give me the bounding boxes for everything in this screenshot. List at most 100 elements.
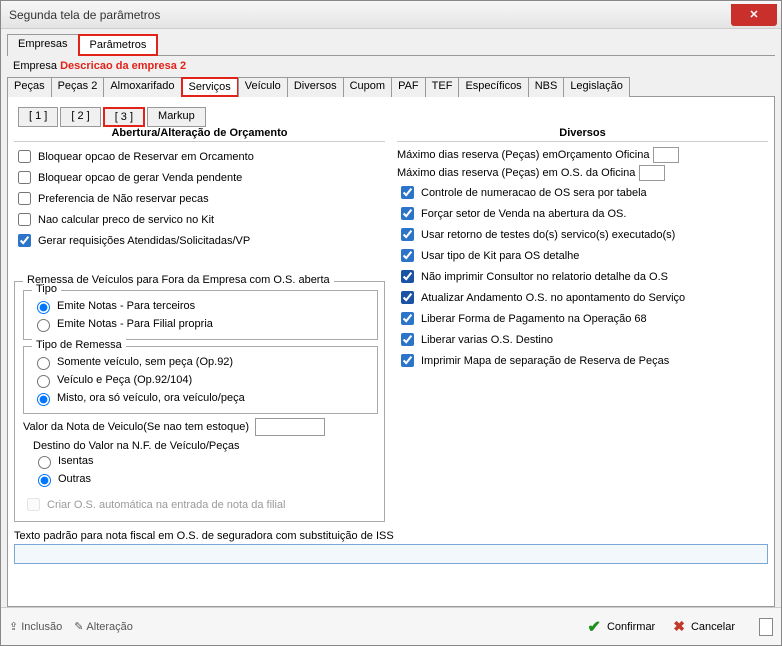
ck-pref-nao-reservar-box[interactable] <box>18 192 31 205</box>
radio-dest-isentas-input[interactable] <box>38 456 51 469</box>
tab-parametros[interactable]: Parâmetros <box>78 34 159 56</box>
subtab-paf[interactable]: PAF <box>391 77 426 97</box>
radio-tipo-filial-label: Emite Notas - Para Filial propria <box>57 318 213 330</box>
radio-tipo-terceiros[interactable]: Emite Notas - Para terceiros <box>32 297 371 315</box>
footer: ⇪Inclusão ✎Alteração ✔ Confirmar ✖Cancela… <box>1 607 781 645</box>
sub-tabs: Peças Peças 2 Almoxarifado Serviços Veíc… <box>7 76 775 97</box>
l3-markup[interactable]: Markup <box>147 107 206 127</box>
radio-tr2-label: Veículo e Peça (Op.92/104) <box>57 374 192 386</box>
l3-1[interactable]: [ 1 ] <box>18 107 58 127</box>
level3-tabs: [ 1 ] [ 2 ] [ 3 ] Markup <box>18 107 768 127</box>
subtab-pecas2[interactable]: Peças 2 <box>51 77 105 97</box>
radio-tr3[interactable]: Misto, ora só veículo, ora veículo/peça <box>32 389 371 407</box>
confirmar-label: Confirmar <box>607 621 655 633</box>
subtab-espec[interactable]: Específicos <box>458 77 528 97</box>
radio-tipo-terceiros-input[interactable] <box>37 301 50 314</box>
footer-left: ⇪Inclusão ✎Alteração <box>9 620 133 633</box>
ck-nao-imprimir-box[interactable] <box>401 270 414 283</box>
ck-bloq-venda-box[interactable] <box>18 171 31 184</box>
radio-dest-outras-input[interactable] <box>38 474 51 487</box>
ck-liberar-varias-box[interactable] <box>401 333 414 346</box>
ck-criar-os-box <box>27 498 40 511</box>
ck-forcar-setor[interactable]: Forçar setor de Venda na abertura da OS. <box>397 203 768 224</box>
ck-ctrl-num[interactable]: Controle de numeracao de OS sera por tab… <box>397 182 768 203</box>
subtab-cupom[interactable]: Cupom <box>343 77 392 97</box>
group-remessa: Remessa de Veículos para Fora da Empresa… <box>14 281 385 522</box>
subtab-pecas[interactable]: Peças <box>7 77 52 97</box>
radio-tr1[interactable]: Somente veículo, sem peça (Op.92) <box>32 353 371 371</box>
empresa-label: Empresa <box>13 60 57 72</box>
group-tipo-remessa-legend: Tipo de Remessa <box>32 339 126 351</box>
radio-tr2[interactable]: Veículo e Peça (Op.92/104) <box>32 371 371 389</box>
subtab-tef[interactable]: TEF <box>425 77 460 97</box>
radio-dest-isentas-label: Isentas <box>58 455 93 467</box>
radio-tipo-filial[interactable]: Emite Notas - Para Filial propria <box>32 315 371 333</box>
ck-liberar-fp[interactable]: Liberar Forma de Pagamento na Operação 6… <box>397 308 768 329</box>
max-os-input[interactable] <box>639 165 665 181</box>
ck-criar-os-label: Criar O.S. automática na entrada de nota… <box>47 499 285 511</box>
ck-forcar-setor-box[interactable] <box>401 207 414 220</box>
window: Segunda tela de parâmetros ✕ Empresas Pa… <box>0 0 782 646</box>
footer-alteracao[interactable]: ✎Alteração <box>74 620 133 633</box>
ck-usar-retorno-label: Usar retorno de testes do(s) servico(s) … <box>421 229 675 241</box>
ck-imprimir-mapa[interactable]: Imprimir Mapa de separação de Reserva de… <box>397 350 768 371</box>
l3-3[interactable]: [ 3 ] <box>103 107 145 127</box>
footer-inclusao[interactable]: ⇪Inclusão <box>9 620 62 633</box>
body-area: [ 1 ] [ 2 ] [ 3 ] Markup Abertura/Altera… <box>7 97 775 607</box>
radio-dest-isentas[interactable]: Isentas <box>33 452 378 470</box>
radio-tr1-input[interactable] <box>37 357 50 370</box>
ck-usar-retorno[interactable]: Usar retorno de testes do(s) servico(s) … <box>397 224 768 245</box>
max-orc-input[interactable] <box>653 147 679 163</box>
ck-nao-calc-box[interactable] <box>18 213 31 226</box>
x-icon: ✖ <box>673 618 685 635</box>
ck-atualizar-box[interactable] <box>401 291 414 304</box>
close-button[interactable]: ✕ <box>731 4 777 26</box>
ck-pref-nao-reservar-label: Preferencia de Não reservar pecas <box>38 193 209 205</box>
plus-icon: ⇪ <box>9 620 18 633</box>
valor-nota-label: Valor da Nota de Veiculo(Se nao tem esto… <box>23 421 249 433</box>
radio-tr2-input[interactable] <box>37 375 50 388</box>
ck-liberar-varias[interactable]: Liberar varias O.S. Destino <box>397 329 768 350</box>
confirmar-button[interactable]: ✔ Confirmar <box>588 617 656 637</box>
subtab-nbs[interactable]: NBS <box>528 77 565 97</box>
footer-inclusao-label: Inclusão <box>21 621 62 633</box>
ck-usar-kit-label: Usar tipo de Kit para OS detalhe <box>421 250 579 262</box>
ck-ctrl-num-box[interactable] <box>401 186 414 199</box>
ck-bloq-venda[interactable]: Bloquear opcao de gerar Venda pendente <box>14 167 385 188</box>
radio-tr3-input[interactable] <box>37 393 50 406</box>
ck-pref-nao-reservar[interactable]: Preferencia de Não reservar pecas <box>14 188 385 209</box>
ck-bloq-reservar[interactable]: Bloquear opcao de Reservar em Orcamento <box>14 146 385 167</box>
cancelar-button[interactable]: ✖Cancelar <box>673 618 735 635</box>
texto-padrao-input[interactable] <box>14 544 768 564</box>
ck-bloq-reservar-box[interactable] <box>18 150 31 163</box>
ck-imprimir-mapa-label: Imprimir Mapa de separação de Reserva de… <box>421 355 669 367</box>
tab-empresas[interactable]: Empresas <box>7 34 79 56</box>
ck-gerar-req[interactable]: Gerar requisições Atendidas/Solicitadas/… <box>14 230 385 251</box>
group-tipo: Tipo Emite Notas - Para terceiros Emite … <box>23 290 378 340</box>
ck-gerar-req-box[interactable] <box>18 234 31 247</box>
ck-ctrl-num-label: Controle de numeracao de OS sera por tab… <box>421 187 647 199</box>
ck-liberar-fp-box[interactable] <box>401 312 414 325</box>
radio-dest-outras[interactable]: Outras <box>33 470 378 488</box>
ck-nao-calc[interactable]: Nao calcular preco de servico no Kit <box>14 209 385 230</box>
valor-nota-input[interactable] <box>255 418 325 436</box>
columns: Abertura/Alteração de Orçamento Bloquear… <box>14 127 768 522</box>
ck-nao-imprimir[interactable]: Não imprimir Consultor no relatorio deta… <box>397 266 768 287</box>
ck-liberar-varias-label: Liberar varias O.S. Destino <box>421 334 553 346</box>
max-os-row: Máximo dias reserva (Peças) em O.S. da O… <box>397 164 768 182</box>
subtab-servicos[interactable]: Serviços <box>181 77 239 97</box>
subtab-legis[interactable]: Legislação <box>563 77 630 97</box>
ck-usar-kit[interactable]: Usar tipo de Kit para OS detalhe <box>397 245 768 266</box>
l3-2[interactable]: [ 2 ] <box>60 107 100 127</box>
group-tipo-remessa: Tipo de Remessa Somente veículo, sem peç… <box>23 346 378 414</box>
ck-usar-retorno-box[interactable] <box>401 228 414 241</box>
document-icon[interactable] <box>759 618 773 636</box>
check-icon: ✔ <box>588 617 601 637</box>
ck-usar-kit-box[interactable] <box>401 249 414 262</box>
subtab-diversos[interactable]: Diversos <box>287 77 344 97</box>
ck-imprimir-mapa-box[interactable] <box>401 354 414 367</box>
ck-atualizar[interactable]: Atualizar Andamento O.S. no apontamento … <box>397 287 768 308</box>
subtab-almox[interactable]: Almoxarifado <box>103 77 181 97</box>
radio-tipo-filial-input[interactable] <box>37 319 50 332</box>
subtab-veiculo[interactable]: Veículo <box>238 77 288 97</box>
